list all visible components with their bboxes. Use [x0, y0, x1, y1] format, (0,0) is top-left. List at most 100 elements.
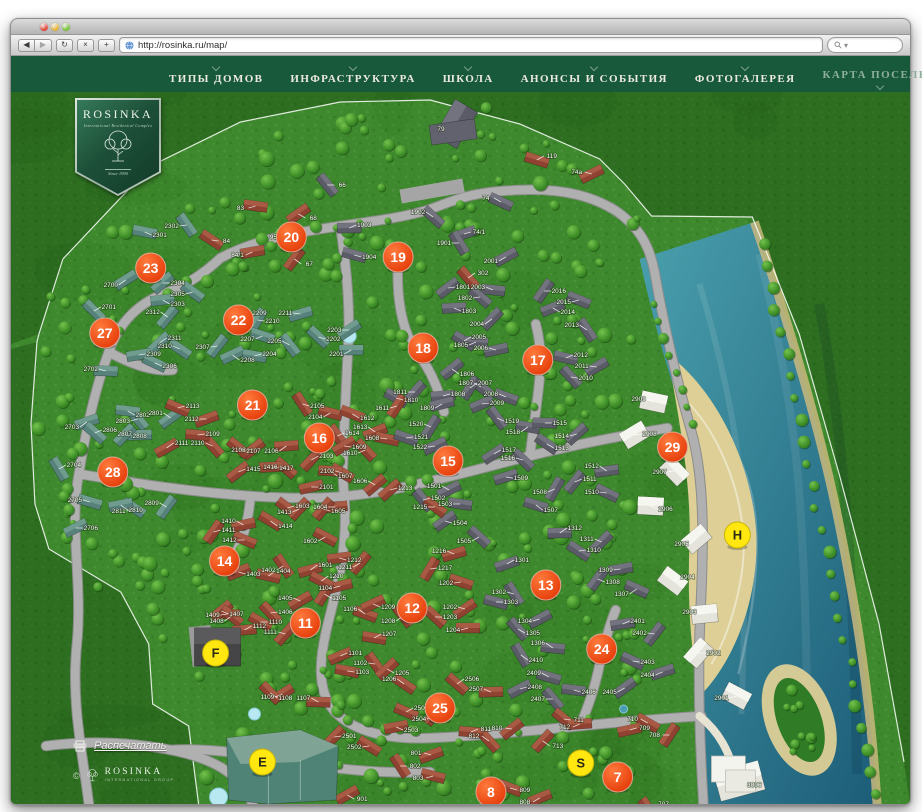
map-marker-H[interactable]: H: [723, 521, 751, 550]
map-marker-20[interactable]: 20: [275, 221, 307, 253]
house-label: 2102: [320, 468, 335, 475]
nav-item-5[interactable]: ФОТОГАЛЕРЕЯ: [695, 62, 796, 85]
marker-number: 7: [614, 769, 622, 785]
house-label: 2110: [191, 440, 205, 447]
house-label: 1104: [318, 585, 332, 592]
nav-item-4[interactable]: АНОНСЫ И СОБЫТИЯ: [520, 62, 668, 85]
village-map[interactable]: 79 119 74a 66 83 68 1902 1903 95 84 84/1 67 74 74/1 19…: [10, 92, 911, 805]
map-marker-7[interactable]: 7: [602, 761, 634, 793]
house-label: 1904: [362, 254, 377, 261]
minimize-window-button[interactable]: [51, 23, 59, 31]
map-marker-11[interactable]: 11: [289, 607, 321, 639]
nav-item-2[interactable]: ИНФРАСТРУКТУРА: [290, 62, 415, 85]
close-window-button[interactable]: [40, 23, 48, 31]
house-label: 1503: [438, 501, 453, 508]
house-label: 2107: [246, 448, 261, 455]
map-marker-F[interactable]: F: [202, 639, 230, 668]
print-link-label[interactable]: Распечатать: [94, 740, 166, 752]
house-label: 2405: [602, 689, 617, 696]
map-marker-19[interactable]: 19: [382, 241, 414, 273]
house-label: 1407: [229, 611, 244, 618]
house-label: 2011: [575, 363, 589, 370]
brand-name: ROSINKA: [104, 767, 163, 778]
house-label: 2202: [326, 336, 341, 343]
map-canvas[interactable]: 7911974a66836819021903958484/1677474/119…: [11, 92, 910, 804]
map-marker-14[interactable]: 14: [209, 545, 240, 577]
back-button[interactable]: ◀: [18, 38, 35, 52]
house-label: 1402: [261, 567, 276, 574]
house-label: 2503: [404, 727, 419, 734]
house-label: 2901: [714, 695, 729, 702]
house-label: 1306: [531, 640, 546, 647]
zoom-window-button[interactable]: [62, 23, 70, 31]
search-field[interactable]: ▾: [827, 37, 903, 53]
map-marker-21[interactable]: 21: [236, 389, 268, 421]
forward-button[interactable]: ▶: [35, 38, 52, 52]
map-marker-15[interactable]: 15: [432, 445, 464, 477]
house-label: 1109: [260, 694, 274, 701]
reload-button[interactable]: ↻: [56, 38, 73, 52]
marker-number: 21: [245, 397, 261, 413]
house-label: 1610: [343, 450, 358, 457]
nav-item-3[interactable]: ШКОЛА: [443, 62, 494, 85]
map-marker-12[interactable]: 12: [396, 592, 428, 624]
house-label: 2705: [68, 497, 83, 504]
house-label: 808: [519, 799, 530, 804]
marker-number: 20: [284, 229, 300, 245]
house-label: 1516: [501, 455, 516, 462]
house-label: 2207: [240, 336, 255, 343]
map-marker-28[interactable]: 28: [97, 456, 129, 488]
logo-since: Since 1990: [108, 171, 128, 176]
house-label: 1215: [413, 504, 428, 511]
house-label: 1404: [276, 568, 291, 575]
house-label: 2103: [319, 453, 334, 460]
house-label: 1107: [296, 695, 310, 702]
map-marker-25[interactable]: 25: [424, 692, 456, 724]
chevron-down-icon: [740, 62, 750, 71]
map-marker-13[interactable]: 13: [530, 569, 562, 601]
house-label: 2401: [630, 618, 645, 625]
nav-item-label: АНОНСЫ И СОБЫТИЯ: [520, 72, 668, 85]
stop-button[interactable]: ×: [77, 38, 94, 52]
house-label: 2908: [642, 431, 657, 438]
house-label: 2008: [484, 391, 499, 398]
browser-toolbar: ◀ ▶ ↻ × + http://rosinka.ru/map/ ▾: [10, 35, 911, 56]
search-options-chevron[interactable]: ▾: [844, 41, 848, 50]
add-bookmark-button[interactable]: +: [98, 38, 115, 52]
map-marker-23[interactable]: 23: [135, 252, 167, 284]
house-label: 119: [547, 153, 558, 160]
map-marker-17[interactable]: 17: [522, 344, 554, 376]
nav-item-1[interactable]: ТИПЫ ДОМОВ: [169, 62, 263, 85]
map-marker-27[interactable]: 27: [89, 317, 121, 349]
house-label: 2101: [319, 484, 334, 491]
house-label: 1413: [277, 509, 292, 516]
house-label: 1216: [432, 548, 447, 555]
house-label: 2410: [529, 657, 544, 664]
address-bar[interactable]: http://rosinka.ru/map/: [119, 37, 823, 53]
map-marker-8[interactable]: 8: [475, 776, 507, 804]
nav-item-6[interactable]: КАРТА ПОСЕЛКА: [822, 60, 922, 90]
map-marker-E[interactable]: E: [248, 748, 276, 777]
house-label: 1809: [420, 405, 435, 412]
url-text[interactable]: http://rosinka.ru/map/: [138, 40, 227, 51]
house-label: 2209: [252, 310, 267, 317]
print-link[interactable]: Распечатать: [73, 740, 166, 752]
map-marker-18[interactable]: 18: [407, 332, 439, 364]
map-marker-S[interactable]: S: [567, 749, 595, 778]
house-label: 1518: [506, 429, 521, 436]
house-label: 1614: [345, 430, 360, 437]
map-marker-29[interactable]: 29: [657, 431, 688, 463]
map-marker-24[interactable]: 24: [586, 633, 618, 665]
house-label: 2113: [186, 403, 200, 410]
chevron-down-icon: [211, 62, 221, 71]
house-label: 712: [559, 724, 570, 731]
house-label: 2013: [565, 322, 580, 329]
house-label: 2001: [484, 258, 499, 265]
map-marker-22[interactable]: 22: [223, 304, 254, 336]
house-label: 2408: [528, 684, 543, 691]
map-marker-16[interactable]: 16: [303, 422, 335, 454]
browser-titlebar[interactable]: [10, 18, 911, 35]
house-label: 83: [237, 205, 245, 212]
house-label: 1202: [439, 580, 454, 587]
house-label: 1302: [492, 589, 507, 596]
